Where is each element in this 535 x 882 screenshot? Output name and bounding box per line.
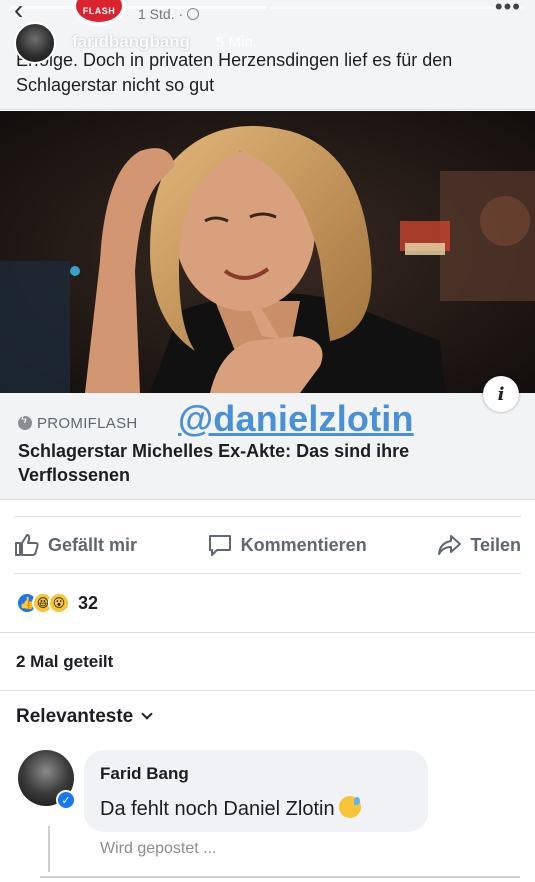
share-button[interactable]: Teilen: [436, 533, 521, 557]
share-count[interactable]: 2 Mal geteilt: [16, 652, 113, 672]
divider: [40, 876, 520, 878]
like-button[interactable]: Gefällt mir: [14, 533, 137, 557]
comment-sort-dropdown[interactable]: Relevanteste: [16, 706, 153, 728]
post-image[interactable]: [0, 111, 535, 393]
link-source: PROMIFLASH: [18, 414, 138, 432]
share-label: Teilen: [470, 534, 521, 555]
verified-badge-icon: ✓: [56, 790, 76, 810]
story-username[interactable]: faridbangbang: [72, 32, 190, 52]
thread-line: [48, 826, 50, 872]
comment-button[interactable]: Kommentieren: [207, 533, 367, 557]
like-label: Gefällt mir: [48, 534, 138, 555]
comment-text-content: Da fehlt noch Daniel Zlotin: [100, 798, 335, 820]
post-time-text: 1 Std. ·: [138, 6, 184, 22]
story-age: 5 Min.: [216, 34, 257, 51]
info-icon[interactable]: i: [483, 376, 519, 412]
back-arrow-icon[interactable]: ‹: [14, 0, 23, 26]
logo-text: FLASH: [82, 6, 116, 16]
comment-text: Da fehlt noch Daniel Zlotin: [100, 796, 361, 821]
comment-posting-status: Wird gepostet ...: [100, 840, 217, 857]
divider: [0, 632, 535, 633]
post-timestamp: 1 Std. ·: [138, 6, 200, 22]
globe-icon: [187, 8, 200, 20]
post-photo: [0, 111, 535, 393]
reaction-count: 32: [78, 592, 99, 613]
post-action-bar: Gefällt mir Kommentieren Teilen: [14, 516, 521, 574]
sweat-smile-emoji-icon: [338, 796, 361, 818]
comment-icon: [208, 535, 231, 556]
story-author-avatar[interactable]: [14, 22, 56, 64]
story-progress-segment: [269, 6, 525, 9]
chevron-down-icon: [141, 708, 153, 720]
comment-author-name[interactable]: Farid Bang: [100, 764, 189, 784]
share-arrow-icon: [438, 535, 462, 555]
more-options-icon[interactable]: •••: [495, 0, 521, 20]
link-source-text: PROMIFLASH: [37, 415, 138, 432]
story-mention-sticker[interactable]: @danielzlotin: [178, 398, 414, 440]
instant-article-icon: [18, 414, 32, 430]
sort-label: Relevanteste: [16, 706, 134, 727]
post-text: Erfolge. Doch in privaten Herzensdingen …: [16, 50, 453, 95]
link-title[interactable]: Schlagerstar Michelles Ex-Akte: Das sind…: [18, 439, 518, 487]
reactions-summary[interactable]: 👍 😆 😮 32: [16, 590, 98, 616]
info-label: i: [497, 383, 505, 405]
comment-label: Kommentieren: [240, 534, 367, 555]
divider: [0, 690, 535, 691]
thumbs-up-icon: [15, 534, 39, 556]
wow-reaction-icon: 😮: [48, 592, 70, 614]
